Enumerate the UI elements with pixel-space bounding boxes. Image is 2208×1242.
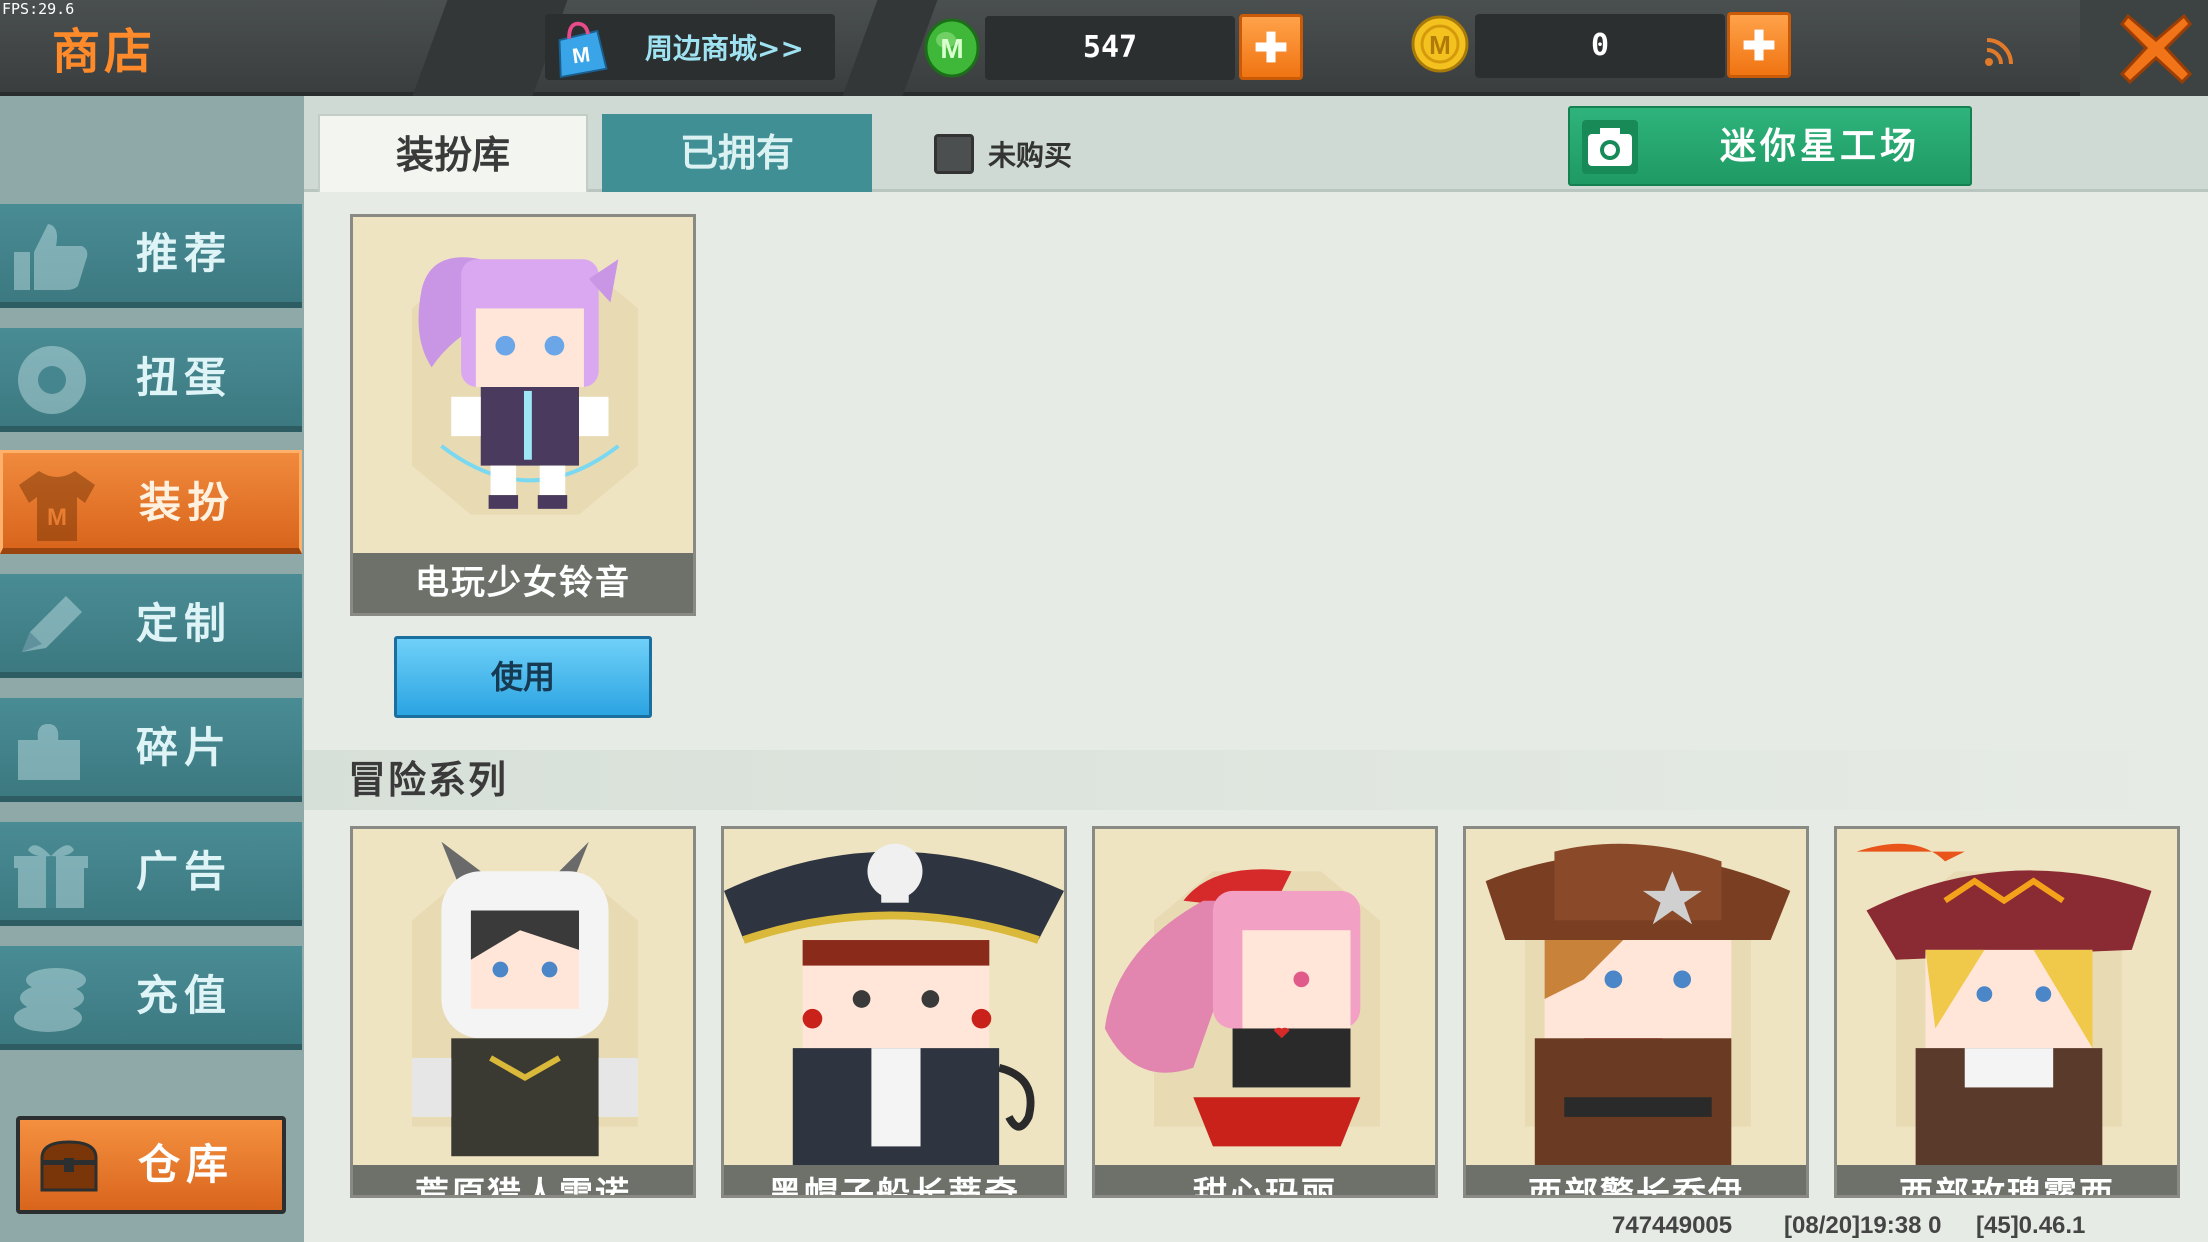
- section-title: 冒险系列: [348, 758, 509, 802]
- adventure-series-header: 冒险系列: [304, 750, 2208, 810]
- sidebar-item-label: 充值: [136, 971, 233, 1020]
- unpurchased-filter[interactable]: 未购买: [934, 132, 1072, 176]
- skin-name: 甜心玛丽: [1095, 1165, 1435, 1195]
- plus-icon: [1255, 31, 1287, 63]
- unpurchased-label: 未购买: [988, 139, 1073, 172]
- green-m-coin-icon: M: [924, 18, 980, 78]
- sidebar-item-gacha[interactable]: 扭蛋: [0, 328, 302, 432]
- sidebar: 推荐 扭蛋 M 装扮 定制 碎片 广告 充值: [0, 96, 304, 1242]
- coin-stack-icon: [14, 968, 86, 1032]
- shirt-icon: M: [19, 471, 95, 541]
- close-icon[interactable]: [2118, 10, 2194, 86]
- mini-workshop-button[interactable]: 迷你星工场: [1568, 106, 1972, 186]
- skin-name: 荒原猎人雷诺: [353, 1165, 693, 1195]
- sidebar-item-label: 推荐: [136, 229, 233, 278]
- svg-text:M: M: [940, 33, 963, 64]
- mini-beans-value: 547: [1082, 30, 1138, 65]
- sidebar-item-custom[interactable]: 定制: [0, 574, 302, 678]
- svg-text:M: M: [47, 504, 67, 531]
- skin-name: 电玩少女铃音: [353, 553, 693, 613]
- camera-icon: [1582, 120, 1638, 174]
- shopping-bag-icon: M: [558, 21, 608, 79]
- skin-preview-image: [411, 841, 638, 1157]
- skin-name: 黑帽子船长蒂奇: [724, 1165, 1064, 1195]
- plus-icon: [1743, 29, 1775, 61]
- sidebar-item-ads[interactable]: 广告: [0, 822, 302, 926]
- mini-coins-value: 0: [1590, 28, 1610, 63]
- svg-text:M: M: [571, 42, 592, 68]
- timestamp: [08/20]19:38 0: [1784, 1212, 1942, 1239]
- skin-preview-image: [1856, 843, 2152, 1167]
- tab-outfit-library[interactable]: 装扮库: [318, 114, 588, 192]
- sidebar-item-label: 定制: [136, 599, 233, 648]
- skin-card[interactable]: 西部玫瑰露西: [1834, 826, 2180, 1198]
- gold-m-coin-icon: M: [1411, 15, 1469, 73]
- sidebar-item-outfit[interactable]: M 装扮: [0, 450, 302, 554]
- merch-mall-button[interactable]: M 周边商城>>: [545, 14, 835, 80]
- mini-beans-balance: 547: [985, 16, 1235, 80]
- sidebar-item-fragments[interactable]: 碎片: [0, 698, 302, 802]
- sidebar-item-recharge[interactable]: 充值: [0, 946, 302, 1050]
- page-title: 商店: [52, 24, 157, 80]
- mini-coins-balance: 0: [1475, 14, 1725, 78]
- svg-text:M: M: [1429, 30, 1451, 60]
- add-mini-beans-button[interactable]: [1239, 14, 1303, 80]
- sidebar-item-label: 广告: [136, 847, 233, 896]
- warehouse-button[interactable]: 仓库: [16, 1116, 286, 1214]
- unpurchased-checkbox[interactable]: [934, 134, 974, 174]
- sidebar-item-label: 装扮: [139, 478, 236, 527]
- user-id: 747449005: [1612, 1212, 1733, 1239]
- skin-name: 西部警长乔伊: [1466, 1165, 1806, 1195]
- add-mini-coins-button[interactable]: [1727, 12, 1791, 78]
- version-info: [45]0.46.1: [1976, 1212, 2086, 1239]
- skin-card[interactable]: 黑帽子船长蒂奇: [721, 826, 1067, 1198]
- main-panel: 装扮库 已拥有 未购买 迷你星工场 电玩少女铃音 使用 冒险系列 荒原猎人雷诺 …: [304, 96, 2208, 1242]
- sidebar-item-label: 碎片: [136, 723, 233, 772]
- puzzle-icon: [18, 724, 80, 780]
- merch-mall-label: 周边商城>>: [645, 32, 804, 65]
- skin-card[interactable]: 荒原猎人雷诺: [350, 826, 696, 1198]
- featured-skin-card[interactable]: 电玩少女铃音: [350, 214, 696, 616]
- tab-owned[interactable]: 已拥有: [602, 114, 872, 192]
- skin-card[interactable]: 甜心玛丽: [1092, 826, 1438, 1198]
- top-bar: FPS:29.6 商店 M 周边商城>> M 547 M 0: [0, 0, 2208, 96]
- skin-card[interactable]: 西部警长乔伊: [1463, 826, 1809, 1198]
- capsule-icon: [18, 346, 86, 414]
- sidebar-item-label: 扭蛋: [136, 353, 233, 402]
- skin-preview-image: [1104, 869, 1380, 1147]
- skin-preview-image: [1485, 843, 1791, 1167]
- skin-name: 西部玫瑰露西: [1837, 1165, 2177, 1195]
- chest-icon: [40, 1140, 98, 1192]
- skin-preview-image: [411, 257, 638, 515]
- use-skin-button[interactable]: 使用: [394, 636, 652, 718]
- thumbs-up-icon: [14, 224, 88, 290]
- tab-bar: 装扮库 已拥有 未购买 迷你星工场: [304, 96, 2208, 192]
- rss-feed-icon[interactable]: [1983, 34, 2017, 68]
- sidebar-item-recommend[interactable]: 推荐: [0, 204, 302, 308]
- mini-workshop-label: 迷你星工场: [1720, 126, 1921, 167]
- warehouse-label: 仓库: [138, 1140, 235, 1189]
- skin-preview-image: [724, 843, 1064, 1167]
- pencil-icon: [22, 596, 82, 652]
- gift-icon: [14, 845, 88, 908]
